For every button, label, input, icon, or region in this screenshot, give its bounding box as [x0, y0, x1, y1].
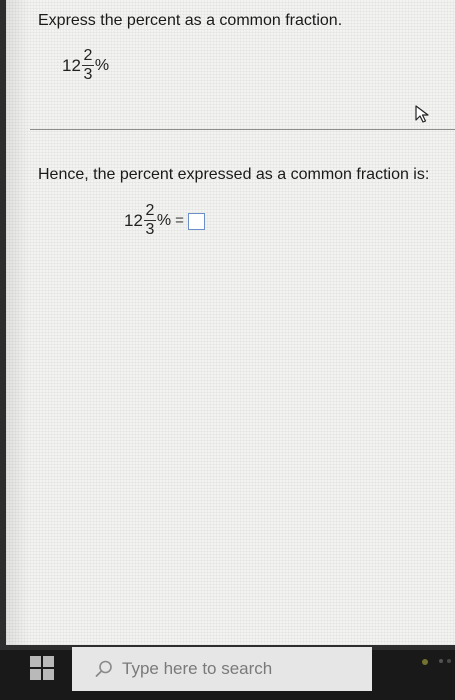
- window-shadow: [6, 0, 30, 645]
- question-prompt: Express the percent as a common fraction…: [38, 12, 343, 29]
- fraction-denominator: 3: [83, 66, 93, 83]
- mixed-fraction: 2 3: [81, 47, 94, 83]
- section-divider: [30, 129, 455, 130]
- percent-sign: %: [156, 211, 172, 229]
- system-tray-icon[interactable]: [419, 655, 455, 669]
- answer-input[interactable]: [187, 212, 205, 230]
- windows-logo-pane: [30, 669, 41, 680]
- windows-start-icon[interactable]: [30, 656, 54, 680]
- windows-logo-pane: [30, 656, 41, 667]
- answer-equation: 12 2 3 % =: [124, 203, 205, 238]
- fraction-denominator: 3: [145, 221, 155, 238]
- question-mixed-number: 12 2 3 %: [62, 48, 109, 83]
- problem-screen: [0, 0, 455, 645]
- equals-sign: =: [175, 212, 184, 229]
- mixed-whole: 12: [62, 55, 81, 75]
- mixed-whole: 12: [124, 210, 143, 230]
- mouse-cursor-icon: [415, 105, 429, 123]
- mixed-fraction: 2 3: [143, 202, 156, 238]
- taskbar-search-box[interactable]: Type here to search: [72, 647, 372, 691]
- search-icon: [95, 660, 112, 677]
- answer-lead-text: Hence, the percent expressed as a common…: [38, 166, 430, 183]
- windows-logo-pane: [43, 656, 54, 667]
- search-placeholder: Type here to search: [122, 659, 273, 678]
- fraction-numerator: 2: [145, 202, 155, 219]
- fraction-numerator: 2: [83, 47, 93, 64]
- percent-sign: %: [94, 56, 110, 74]
- windows-logo-pane: [43, 669, 54, 680]
